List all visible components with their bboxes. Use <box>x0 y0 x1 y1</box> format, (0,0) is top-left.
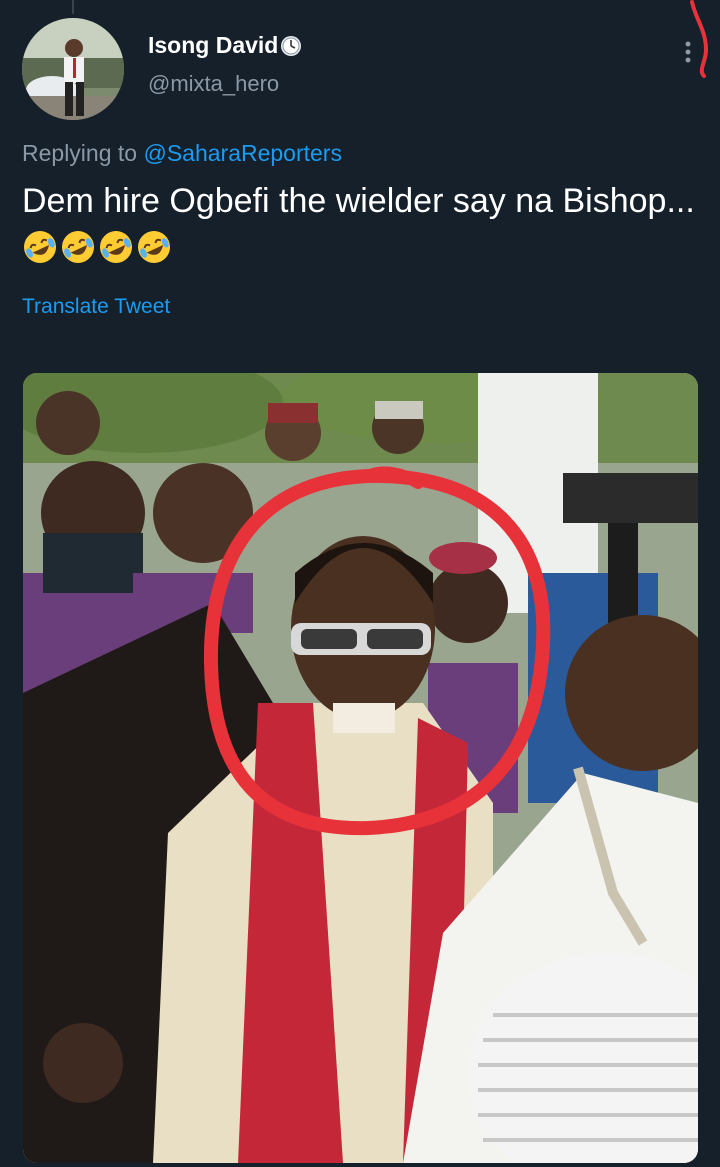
clock-icon <box>280 35 302 57</box>
translate-tweet-link[interactable]: Translate Tweet <box>22 295 170 319</box>
tweet-header: Isong David @mixta_hero <box>22 18 720 120</box>
rolling-laughing-emoji <box>22 229 58 265</box>
tweet-body: Dem hire Ogbefi the wielder say na Bisho… <box>22 182 695 220</box>
replying-to-mention[interactable]: @SaharaReporters <box>143 140 342 166</box>
thread-connector-line <box>72 0 74 14</box>
red-annotation-stroke <box>690 0 709 78</box>
tweet-text: Dem hire Ogbefi the wielder say na Bisho… <box>22 178 702 272</box>
photo-illustration <box>23 373 698 1163</box>
user-names: Isong David @mixta_hero <box>148 32 302 97</box>
avatar[interactable] <box>22 18 124 120</box>
rolling-laughing-emoji <box>60 229 96 265</box>
emoji-row <box>22 229 172 265</box>
replying-to-line: Replying to @SaharaReporters <box>22 140 342 167</box>
tweet-photo[interactable] <box>23 373 698 1163</box>
replying-prefix: Replying to <box>22 140 138 166</box>
display-name[interactable]: Isong David <box>148 32 278 59</box>
display-name-row[interactable]: Isong David <box>148 32 302 59</box>
rolling-laughing-emoji <box>98 229 134 265</box>
rolling-laughing-emoji <box>136 229 172 265</box>
user-handle[interactable]: @mixta_hero <box>148 71 302 97</box>
